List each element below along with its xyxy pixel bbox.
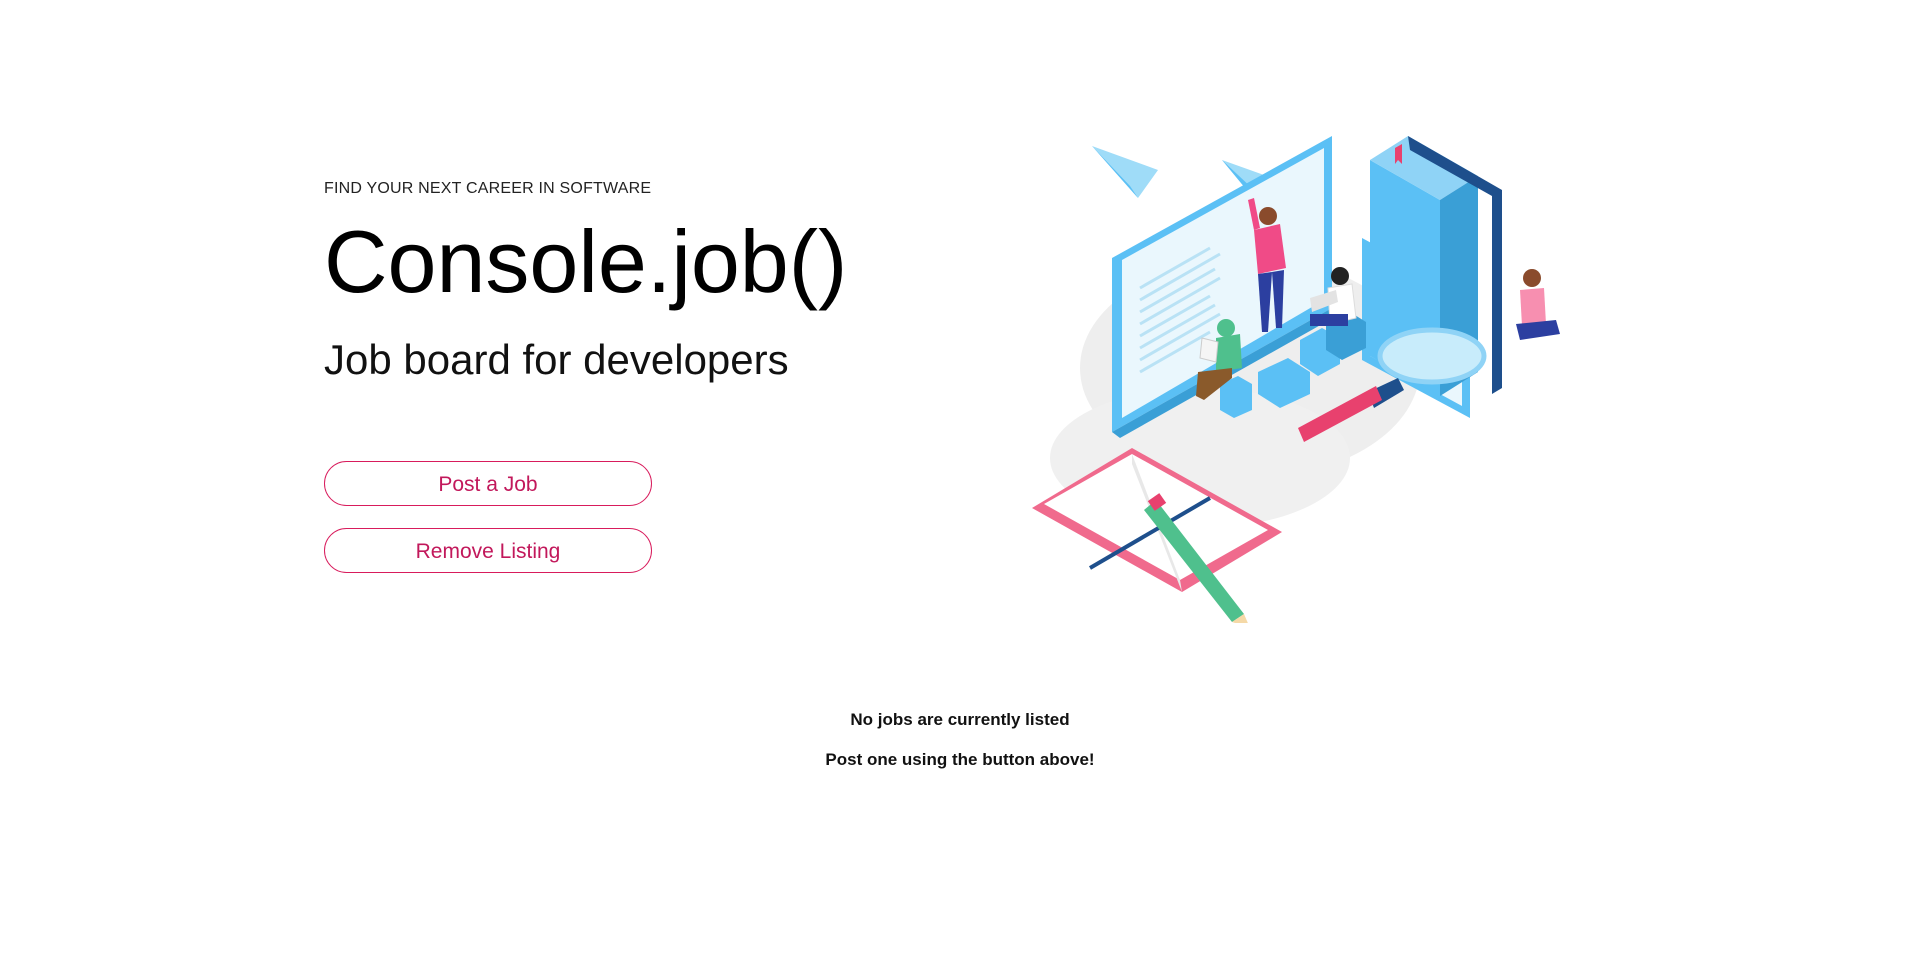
- remove-listing-button[interactable]: Remove Listing: [324, 528, 652, 573]
- empty-state-hint: Post one using the button above!: [825, 750, 1095, 769]
- hero-section: FIND YOUR NEXT CAREER IN SOFTWARE Consol…: [324, 180, 944, 573]
- page: FIND YOUR NEXT CAREER IN SOFTWARE Consol…: [0, 0, 1910, 971]
- hero-eyebrow: FIND YOUR NEXT CAREER IN SOFTWARE: [324, 180, 652, 197]
- hero-illustration: [1010, 128, 1580, 628]
- post-job-button[interactable]: Post a Job: [324, 461, 652, 506]
- page-title: Console.job(): [324, 212, 848, 311]
- empty-state-message: No jobs are currently listed: [850, 710, 1070, 729]
- page-subtitle: Job board for developers: [324, 336, 789, 383]
- empty-state: No jobs are currently listed Post one us…: [0, 710, 1910, 790]
- developers-workspace-illustration-icon: [1032, 136, 1560, 628]
